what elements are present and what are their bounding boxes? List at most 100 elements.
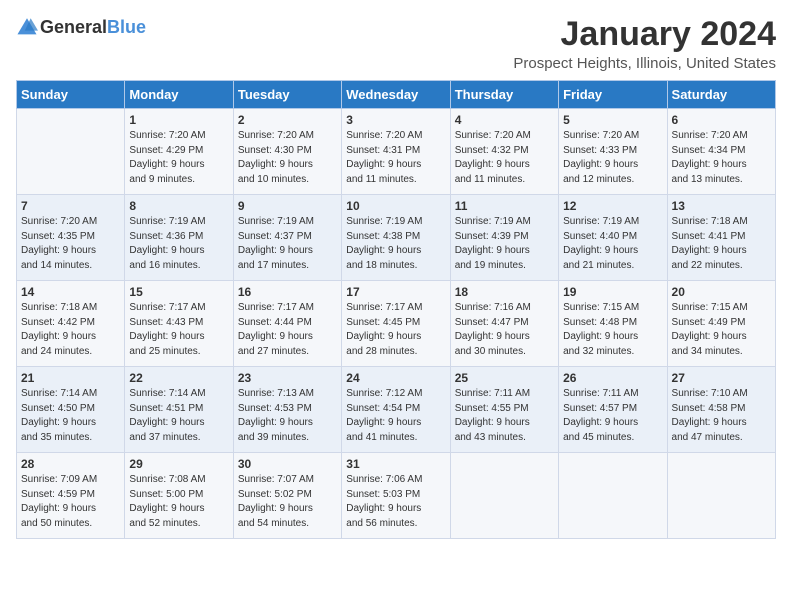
sunset-text: Sunset: 4:53 PM	[238, 403, 312, 414]
calendar-cell-w3-d5: 26Sunrise: 7:11 AMSunset: 4:57 PMDayligh…	[559, 367, 667, 453]
day-number: 13	[672, 199, 771, 213]
sunrise-text: Sunrise: 7:14 AM	[21, 388, 97, 399]
daylight-hours: Daylight: 9 hours	[129, 331, 204, 342]
sunset-text: Sunset: 4:44 PM	[238, 317, 312, 328]
day-number: 26	[563, 371, 662, 385]
calendar-cell-w0-d4: 4 Sunrise: 7:20 AMSunset: 4:32 PMDaylight…	[450, 109, 558, 195]
col-sunday: Sunday	[17, 81, 125, 109]
day-number: 27	[672, 371, 771, 385]
sunset-text: Sunset: 4:51 PM	[129, 403, 203, 414]
calendar-cell-w0-d1: 1Sunrise: 7:20 AMSunset: 4:29 PMDaylight…	[125, 109, 233, 195]
day-number: 6	[672, 113, 771, 127]
calendar-cell-w2-d1: 15 Sunrise: 7:17 AMSunset: 4:43 PMDayligh…	[125, 281, 233, 367]
daylight-hours: Daylight: 9 hours	[238, 331, 313, 342]
day-info: Sunrise: 7:20 AMSunset: 4:33 PMDaylight:…	[563, 129, 662, 187]
col-thursday: Thursday	[450, 81, 558, 109]
day-number: 9	[238, 199, 337, 213]
day-number: 23	[238, 371, 337, 385]
daylight-hours: Daylight: 9 hours	[129, 159, 204, 170]
day-info: Sunrise: 7:18 AMSunset: 4:42 PMDaylight:…	[21, 301, 120, 359]
calendar-cell-w2-d0: 14 Sunrise: 7:18 AMSunset: 4:42 PMDayligh…	[17, 281, 125, 367]
daylight-minutes: and 16 minutes.	[129, 260, 200, 271]
day-number: 22	[129, 371, 228, 385]
daylight-minutes: and 32 minutes.	[563, 346, 634, 357]
sunrise-text: Sunrise: 7:08 AM	[129, 474, 205, 485]
sunset-text: Sunset: 4:58 PM	[672, 403, 746, 414]
day-number: 14	[21, 285, 120, 299]
day-number: 15	[129, 285, 228, 299]
sunset-text: Sunset: 4:54 PM	[346, 403, 420, 414]
day-info: Sunrise: 7:10 AM Sunset: 4:58 PM Daylight:…	[672, 387, 771, 445]
sunrise-text: Sunrise: 7:18 AM	[672, 216, 748, 227]
daylight-minutes: and 22 minutes.	[672, 260, 743, 271]
calendar-week-4: 28Sunrise: 7:09 AMSunset: 4:59 PMDayligh…	[17, 453, 776, 539]
sunrise-text: Sunrise: 7:20 AM	[21, 216, 97, 227]
calendar-cell-w2-d2: 16Sunrise: 7:17 AMSunset: 4:44 PMDayligh…	[233, 281, 341, 367]
daylight-hours: Daylight: 9 hours	[672, 245, 747, 256]
daylight-minutes: and 24 minutes.	[21, 346, 92, 357]
sunset-text: Sunset: 5:02 PM	[238, 489, 312, 500]
daylight-hours: Daylight: 9 hours	[672, 159, 747, 170]
daylight-minutes: and 21 minutes.	[563, 260, 634, 271]
day-number: 8	[129, 199, 228, 213]
sunrise-text: Sunrise: 7:12 AM	[346, 388, 422, 399]
day-number: 29	[129, 457, 228, 471]
day-info: Sunrise: 7:19 AMSunset: 4:39 PMDaylight:…	[455, 215, 554, 273]
daylight-hours: Daylight: 9 hours	[672, 417, 747, 428]
day-number: 31	[346, 457, 445, 471]
sunset-text: Sunset: 4:50 PM	[21, 403, 95, 414]
sunrise-text: Sunrise: 7:15 AM	[563, 302, 639, 313]
title-block: January 2024 Prospect Heights, Illinois,…	[513, 16, 776, 72]
calendar-week-3: 21Sunrise: 7:14 AMSunset: 4:50 PMDayligh…	[17, 367, 776, 453]
calendar-cell-w1-d1: 8Sunrise: 7:19 AMSunset: 4:36 PMDaylight…	[125, 195, 233, 281]
day-number: 24	[346, 371, 445, 385]
daylight-minutes: and 34 minutes.	[672, 346, 743, 357]
daylight-minutes: and 19 minutes.	[455, 260, 526, 271]
daylight-hours: Daylight: 9 hours	[238, 159, 313, 170]
sunrise-text: Sunrise: 7:07 AM	[238, 474, 314, 485]
calendar-cell-w0-d6: 6Sunrise: 7:20 AMSunset: 4:34 PMDaylight…	[667, 109, 775, 195]
sunrise-text: Sunrise: 7:14 AM	[129, 388, 205, 399]
sunset-text: Sunset: 4:37 PM	[238, 231, 312, 242]
day-number: 28	[21, 457, 120, 471]
logo-general: General	[40, 17, 107, 37]
logo-blue: Blue	[107, 17, 146, 37]
day-number: 25	[455, 371, 554, 385]
logo: GeneralBlue	[16, 16, 146, 38]
sunset-text: Sunset: 4:55 PM	[455, 403, 529, 414]
daylight-hours: Daylight: 9 hours	[563, 331, 638, 342]
calendar-cell-w3-d4: 25 Sunrise: 7:11 AM Sunset: 4:55 PM Dayligh…	[450, 367, 558, 453]
calendar-cell-w1-d6: 13Sunrise: 7:18 AMSunset: 4:41 PMDayligh…	[667, 195, 775, 281]
sunrise-text: Sunrise: 7:10 AM	[672, 388, 748, 399]
day-number: 4	[455, 113, 554, 127]
logo-icon	[16, 16, 38, 38]
day-info: Sunrise: 7:15 AM Sunset: 4:48 PM Daylight:…	[563, 301, 662, 359]
sunrise-text: Sunrise: 7:11 AM	[455, 388, 530, 399]
sunrise-text: Sunrise: 7:20 AM	[129, 130, 205, 141]
calendar-cell-w4-d2: 30Sunrise: 7:07 AMSunset: 5:02 PMDayligh…	[233, 453, 341, 539]
daylight-hours: Daylight: 9 hours	[455, 331, 530, 342]
sunset-text: Sunset: 4:45 PM	[346, 317, 420, 328]
sunrise-text: Sunrise: 7:20 AM	[672, 130, 748, 141]
day-info: Sunrise: 7:17 AMSunset: 4:43 PMDaylight:…	[129, 301, 228, 359]
calendar-cell-w4-d3: 31Sunrise: 7:06 AMSunset: 5:03 PMDayligh…	[342, 453, 450, 539]
daylight-hours: Daylight: 9 hours	[455, 245, 530, 256]
calendar-table: Sunday Monday Tuesday Wednesday Thursday…	[16, 80, 776, 539]
sunrise-text: Sunrise: 7:16 AM	[455, 302, 531, 313]
day-info: Sunrise: 7:20 AMSunset: 4:32 PMDaylight:…	[455, 129, 554, 187]
daylight-minutes: and 11 minutes.	[346, 174, 416, 185]
sunset-text: Sunset: 4:48 PM	[563, 317, 637, 328]
daylight-hours: Daylight: 9 hours	[455, 417, 530, 428]
col-friday: Friday	[559, 81, 667, 109]
daylight-minutes: and 50 minutes.	[21, 518, 92, 529]
calendar-cell-w1-d3: 10Sunrise: 7:19 AMSunset: 4:38 PMDayligh…	[342, 195, 450, 281]
day-info: Sunrise: 7:15 AMSunset: 4:49 PMDaylight:…	[672, 301, 771, 359]
day-number: 1	[129, 113, 228, 127]
calendar-cell-w1-d2: 9Sunrise: 7:19 AMSunset: 4:37 PMDaylight…	[233, 195, 341, 281]
daylight-minutes: and 17 minutes.	[238, 260, 309, 271]
sunrise-text: Sunrise: 7:18 AM	[21, 302, 97, 313]
daylight-minutes: and 12 minutes.	[563, 174, 634, 185]
day-number: 11	[455, 199, 554, 213]
calendar-cell-w1-d5: 12Sunrise: 7:19 AMSunset: 4:40 PMDayligh…	[559, 195, 667, 281]
sunrise-text: Sunrise: 7:17 AM	[238, 302, 314, 313]
